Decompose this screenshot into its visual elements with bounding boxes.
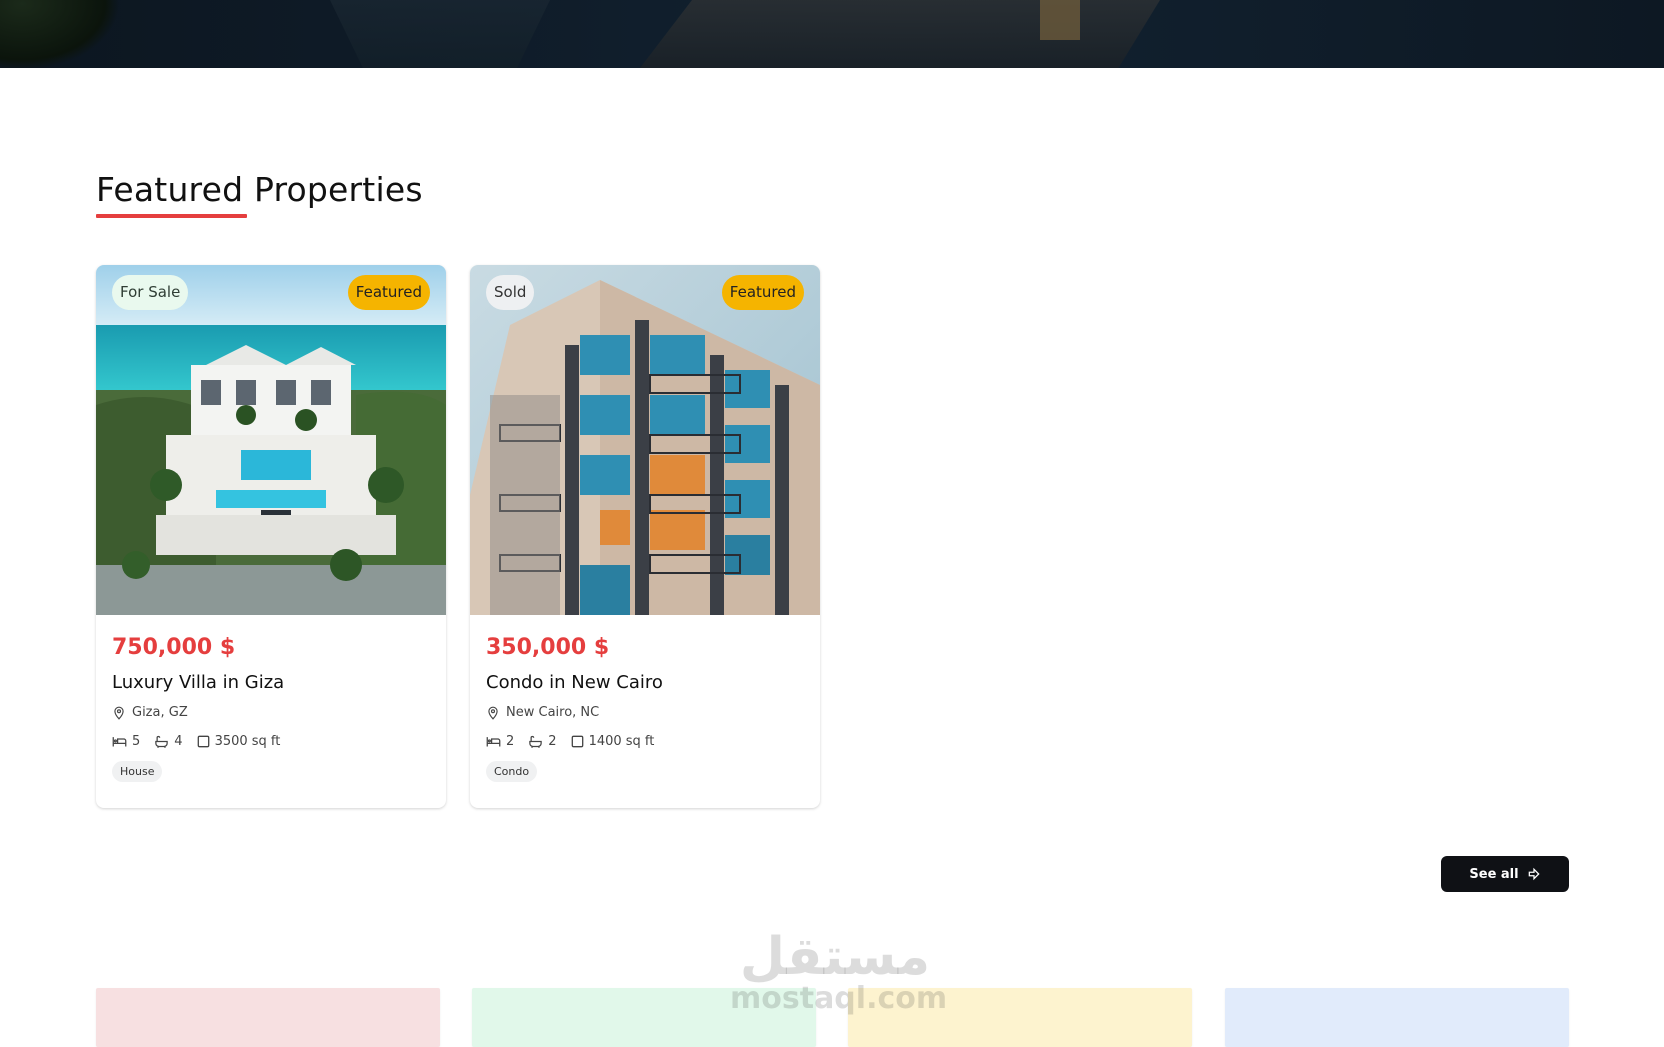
beds-count: 2 (506, 734, 515, 749)
map-pin-icon (112, 706, 126, 720)
baths-count: 4 (174, 734, 183, 749)
map-pin-icon (486, 706, 500, 720)
property-card[interactable]: For Sale Featured 750,000 $ Luxury Villa… (96, 265, 446, 808)
property-features: 2 2 1400 sq ft (486, 734, 804, 749)
square-icon (197, 735, 210, 748)
property-image-villa[interactable]: For Sale Featured (96, 265, 446, 615)
area-feature: 1400 sq ft (571, 734, 655, 749)
hero-building-reflection (640, 0, 1160, 68)
location-text: New Cairo, NC (506, 705, 600, 720)
bath-icon (528, 735, 543, 748)
category-card-green[interactable] (472, 988, 816, 1047)
property-title[interactable]: Luxury Villa in Giza (112, 672, 430, 693)
watermark-arabic: مستقل (739, 927, 931, 987)
category-card-red[interactable] (96, 988, 440, 1047)
beds-count: 5 (132, 734, 141, 749)
property-price: 350,000 $ (486, 635, 610, 660)
status-badge: For Sale (112, 275, 189, 310)
see-all-label: See all (1469, 866, 1519, 882)
property-type-tag: House (112, 761, 163, 782)
featured-badge: Featured (721, 275, 804, 310)
location-text: Giza, GZ (132, 705, 188, 720)
hero-banner (0, 0, 1664, 68)
beds-feature: 2 (486, 734, 514, 749)
baths-feature: 2 (528, 734, 557, 749)
property-title[interactable]: Condo in New Cairo (486, 672, 804, 693)
property-location: Giza, GZ (112, 705, 430, 720)
hero-accent (1040, 0, 1080, 40)
property-price: 750,000 $ (112, 635, 236, 660)
property-card[interactable]: Sold Featured 350,000 $ Condo in New Cai… (470, 265, 820, 808)
status-badge: Sold (486, 275, 535, 310)
beds-feature: 5 (112, 734, 140, 749)
hero-palm-silhouette (0, 0, 120, 68)
property-features: 5 4 3500 sq ft (112, 734, 430, 749)
property-image-condo[interactable]: Sold Featured (470, 265, 820, 615)
villa-image (96, 265, 446, 615)
arrow-right-icon (1527, 867, 1541, 881)
baths-feature: 4 (154, 734, 183, 749)
area-value: 3500 sq ft (214, 734, 281, 749)
property-card-body: 750,000 $ Luxury Villa in Giza Giza, GZ … (96, 615, 446, 782)
featured-badge: Featured (347, 275, 430, 310)
section-title-underline (96, 214, 247, 218)
square-icon (571, 735, 584, 748)
category-card-yellow[interactable] (848, 988, 1192, 1047)
baths-count: 2 (548, 734, 557, 749)
section-title: Featured Properties (96, 170, 423, 209)
bed-icon (112, 735, 127, 748)
condo-image (470, 265, 820, 615)
property-location: New Cairo, NC (486, 705, 804, 720)
area-value: 1400 sq ft (588, 734, 655, 749)
area-feature: 3500 sq ft (197, 734, 281, 749)
hero-shape (330, 0, 550, 68)
category-card-blue[interactable] (1225, 988, 1569, 1047)
see-all-button[interactable]: See all (1441, 856, 1569, 892)
property-card-body: 350,000 $ Condo in New Cairo New Cairo, … (470, 615, 820, 782)
property-type-tag: Condo (486, 761, 538, 782)
bed-icon (486, 735, 501, 748)
bath-icon (154, 735, 169, 748)
